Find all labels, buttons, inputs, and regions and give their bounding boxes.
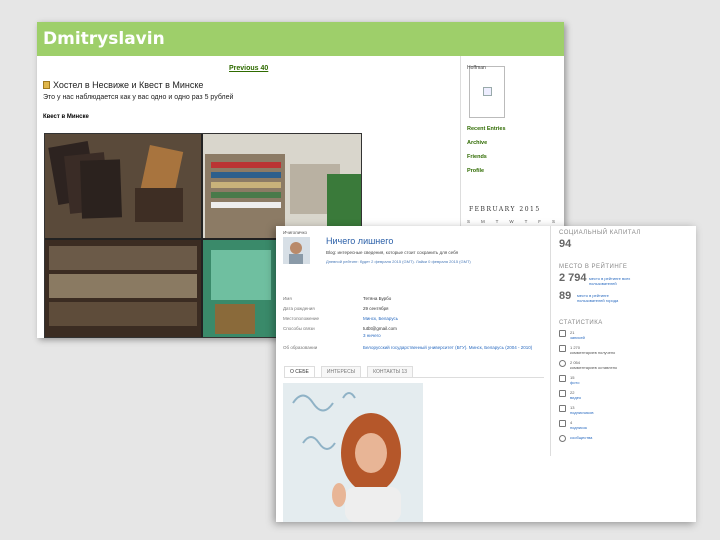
social-capital-title: СОЦИАЛЬНЫЙ КАПИТАЛ [559, 230, 641, 236]
stat-item-comments-left[interactable]: 2 054 комментариев оставлено [559, 360, 617, 370]
row-value-link[interactable]: Белорусский государственный университет … [363, 345, 543, 350]
rating-value: 2 794 [559, 272, 587, 284]
profile-row-birthday: Дата рождения 29 сентября [283, 306, 388, 311]
tab-interests[interactable]: ИНТЕРЕСЫ [320, 366, 362, 377]
profile-window: Ичиголичко Ничего лишнего Blog: интересн… [276, 226, 696, 522]
stat-label[interactable]: сообщества [570, 435, 592, 440]
post-title-text[interactable]: Хостел в Несвиже и Квест в Минске [53, 80, 203, 90]
broken-image-icon [483, 87, 492, 96]
calendar-cell: T [495, 218, 499, 224]
row-value: tutbt@gmail.com [363, 326, 397, 331]
row-key: Дата рождения [283, 306, 315, 311]
sidebar-link-archive[interactable]: Archive [467, 140, 487, 146]
profile-row-name: Имя Тетяна Бурбо [283, 296, 391, 301]
photo-icon [559, 375, 566, 382]
row-key: Местоположение [283, 316, 320, 321]
stats-title: СТАТИСТИКА [559, 320, 603, 326]
calendar-cell: M [480, 218, 485, 224]
document-icon [559, 330, 566, 337]
calendar-cell: T [524, 218, 528, 224]
community-icon [559, 435, 566, 442]
blog-title[interactable]: Dmitryslavin [43, 29, 165, 49]
stat-label: комментариев оставлено [570, 365, 618, 370]
row-value: Тетяна Бурбо [363, 296, 392, 301]
tab-contacts[interactable]: КОНТАКТЫ 13 [367, 366, 414, 377]
sidebar-userpic-label: Hoffman [467, 65, 486, 71]
stat-label[interactable]: подписчиков [570, 410, 593, 415]
stat-label[interactable]: видео [570, 395, 581, 400]
calendar-row: S M T W T F S [467, 216, 555, 226]
profile-tabs: О СЕБЕ ИНТЕРЕСЫ КОНТАКТЫ 13 [284, 366, 544, 378]
stat-item-subscriptions[interactable]: 4 подписок [559, 420, 587, 430]
users-icon [559, 420, 566, 427]
stat-label[interactable]: фото [570, 380, 579, 385]
blog-header: Dmitryslavin [37, 22, 564, 56]
rating-value-2: 89 [559, 290, 572, 302]
sidebar-userpic[interactable] [469, 66, 505, 118]
avatar-image [283, 237, 310, 264]
post-title[interactable]: Хостел в Несвиже и Квест в Минске [43, 80, 203, 90]
stat-item-comments-received[interactable]: 1 270 комментариев получено [559, 345, 615, 355]
stat-item-photos[interactable]: 15 фото [559, 375, 579, 385]
profile-row-contacts: Способы связи tutbt@gmail.com [283, 326, 397, 331]
comment-icon [559, 345, 566, 352]
video-icon [559, 390, 566, 397]
stat-label[interactable]: подписок [570, 425, 587, 430]
profile-photo-image [283, 383, 423, 522]
stat-item-posts[interactable]: 21 записей [559, 330, 585, 340]
profile-photo[interactable] [283, 383, 423, 522]
profile-row-extra: 3 ничего [283, 333, 381, 338]
profile-row-education: Об образовании Белорусский государственн… [283, 345, 553, 350]
profile-name[interactable]: Ничего лишнего [326, 236, 393, 246]
rating-note-2[interactable]: место в рейтинге пользователей города [577, 293, 637, 303]
sidebar-link-profile[interactable]: Profile [467, 168, 484, 174]
row-key [283, 333, 363, 338]
profile-description: Blog: интересные сведения, которые стоит… [326, 250, 459, 255]
calendar-cell: S [467, 218, 471, 224]
sidebar-link-recent[interactable]: Recent Entries [467, 126, 506, 132]
rating-note[interactable]: место в рейтинге всех пользователей [589, 276, 639, 286]
calendar-cell: W [509, 218, 514, 224]
calendar-title: FEBRUARY 2015 [469, 206, 541, 213]
calendar-cell: S [551, 218, 555, 224]
profile-row-location: Местоположение Минск, Беларусь [283, 316, 398, 321]
stat-label[interactable]: записей [570, 335, 585, 340]
star-icon [559, 405, 566, 412]
avatar-caption[interactable]: Ичиголичко [283, 230, 307, 235]
profile-stats-column: СОЦИАЛЬНЫЙ КАПИТАЛ 94 МЕСТО В РЕЙТИНГЕ 2… [550, 226, 696, 456]
clock-icon [559, 360, 566, 367]
stat-item-communities[interactable]: сообщества [559, 435, 592, 442]
sidebar-link-friends[interactable]: Friends [467, 154, 487, 160]
previous-entries-link[interactable]: Previous 40 [229, 65, 268, 72]
row-key: Об образовании [283, 345, 318, 350]
rating-title: МЕСТО В РЕЙТИНГЕ [559, 264, 628, 270]
profile-rating-detail[interactable]: Дневной рейтинг: будет 2 февраля 2015 (G… [326, 259, 471, 264]
post-tag[interactable]: Квест в Минске [43, 114, 89, 120]
post-icon [43, 81, 50, 89]
calendar-cell: F [538, 218, 542, 224]
tab-about[interactable]: О СЕБЕ [284, 366, 315, 377]
stat-item-subscribers[interactable]: 13 подписчиков [559, 405, 593, 415]
row-key: Способы связи [283, 326, 315, 331]
row-value-link[interactable]: Минск, Беларусь [363, 316, 398, 321]
stat-item-videos[interactable]: 22 видео [559, 390, 581, 400]
row-value-link[interactable]: 3 ничего [363, 333, 381, 338]
row-value: 29 сентября [363, 306, 389, 311]
post-subtitle: Это у нас наблюдается как у вас одно и о… [43, 94, 234, 101]
row-key: Имя [283, 296, 292, 301]
avatar[interactable] [283, 237, 310, 264]
stat-label: комментариев получено [570, 350, 616, 355]
social-capital-value: 94 [559, 238, 572, 250]
